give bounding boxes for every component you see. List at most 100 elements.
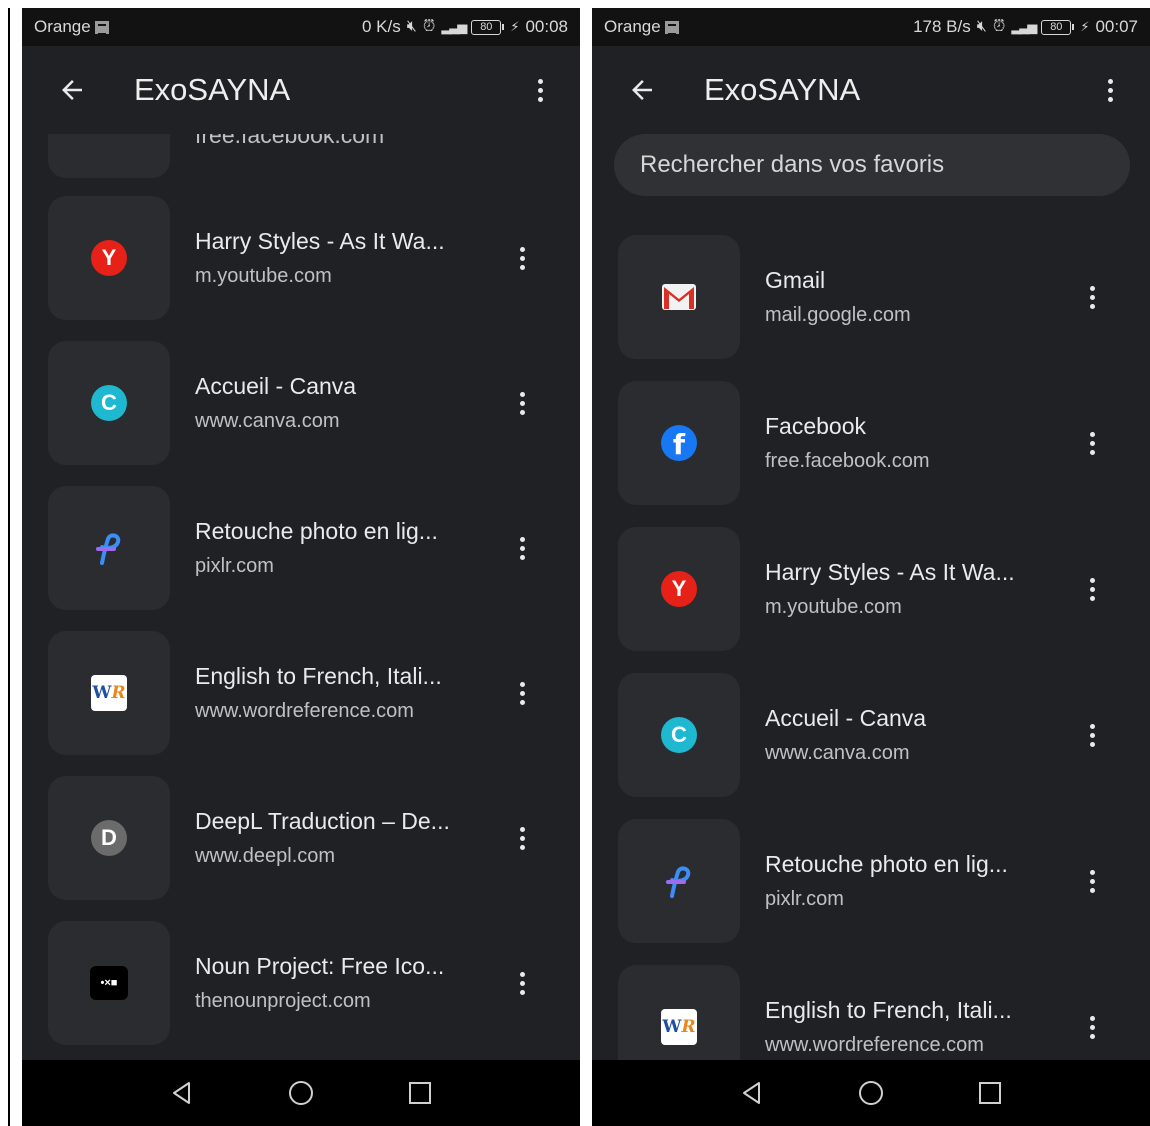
gmail-icon <box>662 284 696 310</box>
charging-icon: ⚡︎ <box>1080 19 1090 34</box>
phone-screen-left: Orange 0 K/s 🔇︎ ⏰︎ ▂▃▅ 80 ⚡︎ 00:08 ExoSA… <box>22 8 580 1126</box>
status-bar: Orange 0 K/s 🔇︎ ⏰︎ ▂▃▅ 80 ⚡︎ 00:08 <box>22 8 580 46</box>
nav-recents-icon[interactable] <box>405 1078 435 1108</box>
list-item[interactable]: Y Harry Styles - As It Wa... m.youtube.c… <box>592 527 1150 651</box>
alarm-icon: ⏰︎ <box>992 18 1006 35</box>
item-title: Retouche photo en lig... <box>765 851 1008 877</box>
item-url: www.deepl.com <box>195 845 336 867</box>
favicon-tile: Y <box>618 527 740 651</box>
item-menu-button[interactable] <box>510 963 534 1003</box>
item-url: thenounproject.com <box>195 990 371 1012</box>
item-title: Noun Project: Free Ico... <box>195 953 445 979</box>
canva-c-icon: C <box>91 385 127 421</box>
favicon-tile: C <box>618 673 740 797</box>
more-vert-icon <box>1089 431 1095 455</box>
list-item[interactable]: Retouche photo en lig... pixlr.com <box>592 819 1150 943</box>
item-menu-button[interactable] <box>1080 1007 1104 1047</box>
more-vert-icon <box>519 826 525 850</box>
favicon-tile: C <box>48 341 170 465</box>
item-menu-button[interactable] <box>510 238 534 278</box>
favicon-tile <box>48 134 170 178</box>
list-item[interactable]: Y Harry Styles - As It Wa... m.youtube.c… <box>22 196 580 320</box>
nav-home-icon[interactable] <box>856 1078 886 1108</box>
left-border <box>8 8 10 1126</box>
item-title: Retouche photo en lig... <box>195 518 438 544</box>
favicon-tile: f <box>618 381 740 505</box>
item-menu-button[interactable] <box>1080 423 1104 463</box>
item-url: www.canva.com <box>195 410 340 432</box>
nav-back-icon[interactable] <box>737 1078 767 1108</box>
status-bar: Orange 178 B/s 🔇︎ ⏰︎ ▂▃▅ 80 ⚡︎ 00:07 <box>592 8 1150 46</box>
sim-icon <box>94 20 109 35</box>
item-title: English to French, Itali... <box>765 997 1012 1023</box>
item-title: Accueil - Canva <box>765 705 927 731</box>
item-menu-button[interactable] <box>1080 715 1104 755</box>
charging-icon: ⚡︎ <box>510 19 520 34</box>
favicon-tile <box>618 235 740 359</box>
more-vert-icon <box>1089 577 1095 601</box>
item-menu-button[interactable] <box>1080 277 1104 317</box>
back-button[interactable] <box>592 46 692 134</box>
alarm-icon: ⏰︎ <box>422 18 436 35</box>
list-item[interactable]: Retouche photo en lig... pixlr.com <box>22 486 580 610</box>
signal-icon: ▂▃▅ <box>1011 19 1037 34</box>
item-url: mail.google.com <box>765 304 911 326</box>
carrier-label: Orange <box>34 17 91 36</box>
item-url: pixlr.com <box>195 555 274 577</box>
list-item[interactable]: C Accueil - Canva www.canva.com <box>592 673 1150 797</box>
facebook-icon: f <box>661 425 697 461</box>
signal-icon: ▂▃▅ <box>441 19 467 34</box>
canva-c-icon: C <box>661 717 697 753</box>
item-menu-button[interactable] <box>510 383 534 423</box>
list-item[interactable]: WR English to French, Itali... www.wordr… <box>22 631 580 755</box>
more-vert-icon <box>519 971 525 995</box>
item-url: www.wordreference.com <box>765 1034 984 1056</box>
favicon-tile: WR <box>48 631 170 755</box>
item-title: Harry Styles - As It Wa... <box>765 559 1015 585</box>
back-button[interactable] <box>22 46 122 134</box>
item-menu-button[interactable] <box>1080 569 1104 609</box>
item-title: Facebook <box>765 413 867 439</box>
more-vert-icon <box>519 536 525 560</box>
overflow-menu-button[interactable] <box>500 46 580 134</box>
carrier-label: Orange <box>604 17 661 36</box>
page-title: ExoSAYNA <box>704 72 861 107</box>
arrow-left-icon <box>632 80 652 100</box>
nav-home-icon[interactable] <box>286 1078 316 1108</box>
list-item[interactable]: C Accueil - Canva www.canva.com <box>22 341 580 465</box>
youtube-y-icon: Y <box>661 571 697 607</box>
more-vert-icon <box>519 681 525 705</box>
nav-back-icon[interactable] <box>167 1078 197 1108</box>
battery-icon: 80 <box>1041 19 1075 35</box>
wordreference-icon: WR <box>661 1009 697 1045</box>
item-url: m.youtube.com <box>195 265 332 287</box>
youtube-y-icon: Y <box>91 240 127 276</box>
network-speed: 0 K/s <box>361 17 401 36</box>
search-input[interactable]: Rechercher dans vos favoris <box>614 134 1130 196</box>
mute-icon: 🔇︎ <box>976 18 987 35</box>
item-title: Accueil - Canva <box>195 373 357 399</box>
phone-screen-right: Orange 178 B/s 🔇︎ ⏰︎ ▂▃▅ 80 ⚡︎ 00:07 Exo… <box>592 8 1150 1126</box>
overflow-menu-button[interactable] <box>1070 46 1150 134</box>
battery-icon: 80 <box>471 19 505 35</box>
item-menu-button[interactable] <box>510 673 534 713</box>
item-menu-button[interactable] <box>510 818 534 858</box>
nav-recents-icon[interactable] <box>975 1078 1005 1108</box>
item-menu-button[interactable] <box>1080 861 1104 901</box>
item-url: pixlr.com <box>765 888 844 910</box>
list-item[interactable]: f Facebook free.facebook.com <box>592 381 1150 505</box>
app-bar: ExoSAYNA <box>592 46 1150 134</box>
noun-project-icon: •×■ <box>90 966 128 1000</box>
item-url: free.facebook.com <box>765 450 930 472</box>
system-nav-bar <box>22 1060 580 1126</box>
list-item[interactable]: D DeepL Traduction – De... www.deepl.com <box>22 776 580 900</box>
list-item[interactable]: •×■ Noun Project: Free Ico... thenounpro… <box>22 921 580 1045</box>
favicon-tile <box>48 486 170 610</box>
favicon-tile <box>618 819 740 943</box>
pixlr-icon <box>96 533 121 565</box>
more-vert-icon <box>537 78 543 102</box>
list-item-partial[interactable]: free.facebook.com <box>22 134 580 184</box>
item-menu-button[interactable] <box>510 528 534 568</box>
list-item[interactable]: Gmail mail.google.com <box>592 235 1150 359</box>
system-nav-bar <box>592 1060 1150 1126</box>
